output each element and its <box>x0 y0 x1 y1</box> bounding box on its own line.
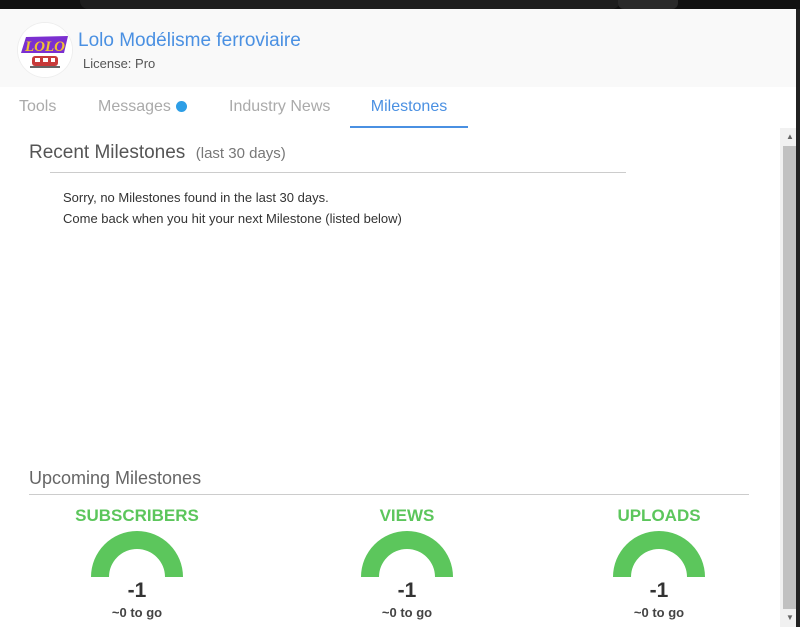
recent-milestones-subtitle: (last 30 days) <box>195 145 286 162</box>
milestone-value: -1 <box>649 579 669 602</box>
tab-industry-news[interactable]: Industry News <box>229 87 330 126</box>
recent-milestones-title: Recent Milestones <box>29 142 186 163</box>
milestone-value: -1 <box>127 579 147 602</box>
milestone-subscribers: SUBSCRIBERS -1 ~0 to go <box>57 506 217 620</box>
tab-tools[interactable]: Tools <box>19 87 56 126</box>
dot-icon <box>175 101 187 112</box>
channel-logo: LOLO <box>18 23 72 77</box>
gauge-icon <box>91 531 183 577</box>
license-label: License: <box>83 56 132 71</box>
milestone-to-go: ~0 to go <box>633 605 685 620</box>
app-title[interactable]: Lolo Modélisme ferroviaire <box>78 30 301 52</box>
milestone-value: -1 <box>397 579 417 602</box>
app-header: LOLO Lolo Modélisme ferroviaire License:… <box>0 9 800 87</box>
milestone-to-go: ~0 to go <box>381 605 433 620</box>
scrollbar-thumb[interactable] <box>783 146 797 609</box>
license-value: Pro <box>135 56 156 71</box>
milestone-label: SUBSCRIBERS <box>75 506 199 525</box>
tab-milestones[interactable]: Milestones <box>350 87 468 128</box>
logo-image: LOLO <box>18 23 72 77</box>
license-info: License: Pro <box>83 56 155 71</box>
upcoming-milestones-title: Upcoming Milestones <box>29 468 202 488</box>
tab-messages-label: Messages <box>98 98 171 115</box>
empty-message-line-1: Sorry, no Milestones found in the last 3… <box>63 190 329 205</box>
milestone-to-go: ~0 to go <box>111 605 163 620</box>
browser-top-bar <box>0 0 800 9</box>
browser-tab-shape <box>80 0 620 9</box>
window-edge <box>796 9 800 627</box>
milestone-label: VIEWS <box>379 506 435 525</box>
divider <box>29 494 749 495</box>
recent-milestones-heading: Recent Milestones (last 30 days) <box>29 142 286 164</box>
tab-tools-label: Tools <box>19 98 57 115</box>
tab-milestones-label: Milestones <box>370 98 448 115</box>
milestones-panel: Recent Milestones (last 30 days) Sorry, … <box>0 128 780 627</box>
gauge-icon <box>613 531 705 577</box>
milestone-label: UPLOADS <box>617 506 701 525</box>
empty-message-line-2: Come back when you hit your next Milesto… <box>63 211 402 226</box>
tab-bar: Tools Messages Industry News Milestones <box>0 87 800 129</box>
logo-wordmark: LOLO <box>24 39 65 55</box>
milestone-views: VIEWS -1 ~0 to go <box>327 506 487 620</box>
browser-window-control[interactable] <box>618 0 678 9</box>
milestone-uploads: UPLOADS -1 ~0 to go <box>579 506 739 620</box>
divider <box>50 172 626 173</box>
gauge-icon <box>361 531 453 577</box>
tab-industry-news-label: Industry News <box>229 98 331 115</box>
tab-messages[interactable]: Messages <box>98 87 187 126</box>
